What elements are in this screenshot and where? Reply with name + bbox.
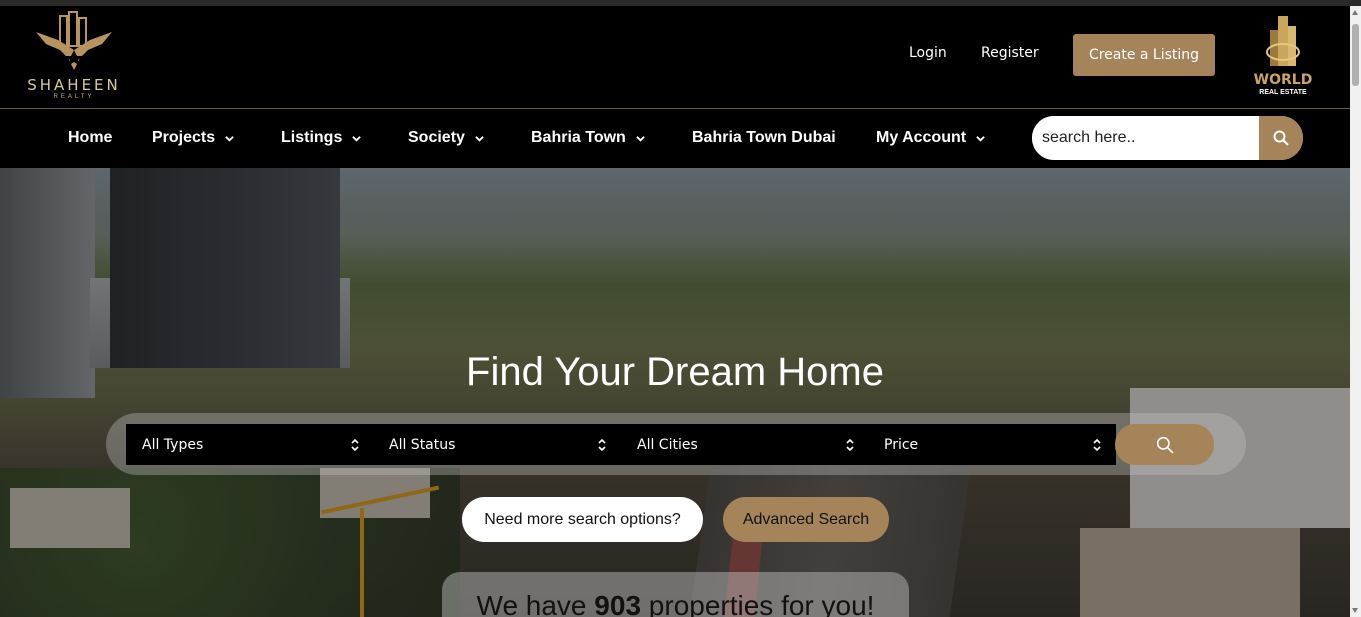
logo-sub: REALTY <box>53 94 95 100</box>
nav-search-input[interactable] <box>1032 116 1259 160</box>
count-prefix: We have <box>476 590 595 617</box>
eagle-logo-icon <box>36 11 112 70</box>
nav-item-home[interactable]: Home <box>68 129 112 147</box>
page-scrollbar[interactable] <box>1350 6 1361 617</box>
nav-search-box <box>1032 116 1303 160</box>
sort-arrows-icon <box>1093 438 1101 452</box>
nav-item-label: Projects <box>152 129 216 146</box>
sort-arrows-icon <box>351 438 359 452</box>
nav-search-button[interactable] <box>1259 116 1303 160</box>
nav-item-label: Home <box>68 129 113 146</box>
nav-item-my-account[interactable]: My Account <box>876 129 985 147</box>
status-select[interactable]: All Status <box>373 424 621 465</box>
status-select-value: All Status <box>389 436 456 453</box>
main-nav: Home Projects Listings Society Bahria To… <box>0 110 1350 168</box>
price-select[interactable]: Price <box>868 424 1116 465</box>
city-select-value: All Cities <box>637 436 698 453</box>
type-select-value: All Types <box>142 436 204 453</box>
scrollbar-thumb[interactable] <box>1352 24 1359 86</box>
hero-section: Find Your Dream Home All Types All Statu… <box>0 168 1350 617</box>
world-real-estate-logo[interactable]: WORLD REAL ESTATE <box>1250 12 1316 98</box>
nav-item-bahria-town-dubai[interactable]: Bahria Town Dubai <box>692 129 836 147</box>
property-count-text: We have 903 properties for you! <box>442 590 909 617</box>
sort-arrows-icon <box>846 438 854 452</box>
chevron-down-icon <box>976 135 985 142</box>
city-select[interactable]: All Cities <box>621 424 869 465</box>
hero-search-button[interactable] <box>1115 424 1214 465</box>
nav-item-listings[interactable]: Listings <box>281 129 362 147</box>
create-listing-button[interactable]: Create a Listing <box>1073 34 1215 76</box>
search-icon <box>1156 436 1173 453</box>
chevron-down-icon <box>352 135 362 142</box>
nav-item-bahria-town[interactable]: Bahria Town <box>531 129 645 147</box>
nav-item-projects[interactable]: Projects <box>152 129 234 147</box>
nav-item-label: Listings <box>281 129 343 146</box>
nav-item-label: Society <box>408 129 465 146</box>
hero-title: Find Your Dream Home <box>466 350 884 394</box>
register-link[interactable]: Register <box>981 45 1039 61</box>
shaheen-realty-logo[interactable]: SHAHEEN REALTY <box>18 10 130 102</box>
site-header: SHAHEEN REALTY Login Register Create a L… <box>0 6 1350 109</box>
search-icon <box>1273 130 1289 146</box>
world-logo-sub: REAL ESTATE <box>1259 89 1307 96</box>
chevron-down-icon <box>225 135 234 142</box>
advanced-search-button[interactable]: Advanced Search <box>723 497 889 542</box>
chevron-down-icon <box>475 135 484 142</box>
scroll-down-arrow-icon[interactable] <box>1352 608 1358 613</box>
building-globe-icon <box>1266 16 1300 66</box>
price-select-value: Price <box>884 436 919 453</box>
property-count-number: 903 <box>594 590 642 617</box>
logo-name: SHAHEEN <box>27 76 121 94</box>
chevron-down-icon <box>636 135 645 142</box>
world-logo-name: WORLD <box>1253 72 1313 88</box>
more-search-options-button[interactable]: Need more search options? <box>462 497 703 542</box>
count-suffix: properties for you! <box>641 590 875 617</box>
nav-item-label: Bahria Town <box>531 129 626 146</box>
login-link[interactable]: Login <box>909 45 947 61</box>
property-count-box: We have 903 properties for you! <box>442 572 909 617</box>
nav-item-label: My Account <box>876 129 967 146</box>
nav-item-label: Bahria Town Dubai <box>692 129 836 146</box>
type-select[interactable]: All Types <box>126 424 374 465</box>
nav-item-society[interactable]: Society <box>408 129 484 147</box>
sort-arrows-icon <box>598 438 606 452</box>
scroll-up-arrow-icon[interactable] <box>1352 10 1358 15</box>
